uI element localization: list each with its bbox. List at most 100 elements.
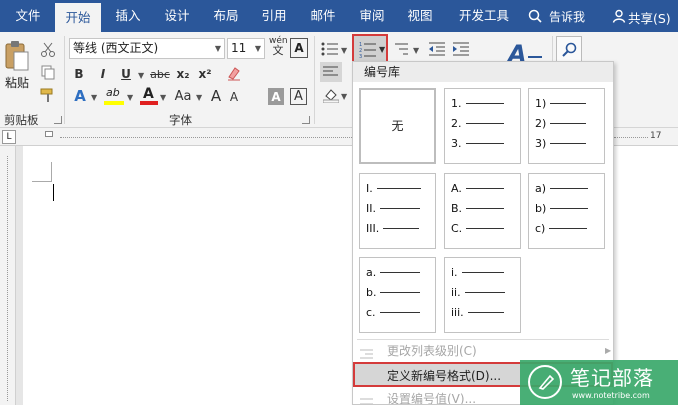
superscript-button[interactable]: x²	[196, 64, 214, 84]
tab-references[interactable]: 引用	[254, 0, 294, 32]
tile-line: B.	[451, 202, 505, 215]
tile-line: c)	[535, 222, 588, 235]
text-effects-dropdown-icon[interactable]: ▼	[91, 93, 97, 102]
submenu-arrow-icon: ▶	[605, 346, 612, 355]
tile-line: 2)	[535, 117, 587, 130]
tell-me-box[interactable]: 告诉我	[549, 8, 585, 25]
numbering-button[interactable]: 123 ▼	[352, 34, 388, 64]
share-button[interactable]: 共享(S)	[628, 8, 671, 27]
numbering-tile-decimal-paren[interactable]: 1) 2) 3)	[528, 88, 605, 164]
tile-line: iii.	[451, 306, 504, 319]
tile-line: b.	[366, 286, 421, 299]
tab-mailings[interactable]: 邮件	[303, 0, 343, 32]
font-name-value: 等线 (西文正文)	[73, 41, 159, 55]
tile-line: i.	[451, 266, 504, 279]
font-name-select[interactable]: 等线 (西文正文) ▼	[69, 38, 225, 59]
vertical-ruler[interactable]	[0, 146, 16, 405]
numbering-tile-lower-alpha-paren[interactable]: a) b) c)	[528, 173, 605, 249]
numbering-tile-upper-alpha[interactable]: A. B. C.	[444, 173, 521, 249]
tab-insert[interactable]: 插入	[108, 0, 148, 32]
tile-line: b)	[535, 202, 589, 215]
tile-line: a.	[366, 266, 421, 279]
numbering-tile-lower-roman[interactable]: i. ii. iii.	[444, 257, 521, 333]
font-color-dropdown-icon[interactable]: ▼	[160, 93, 166, 102]
tab-design[interactable]: 设计	[157, 0, 197, 32]
font-dialog-launcher-icon[interactable]	[302, 116, 310, 124]
shading-dropdown-icon[interactable]: ▼	[341, 92, 347, 101]
numbering-tile-decimal-dot[interactable]: 1. 2. 3.	[444, 88, 521, 164]
multilevel-list-icon[interactable]	[394, 41, 412, 57]
tile-line: 3)	[535, 137, 587, 150]
bold-button[interactable]: B	[70, 64, 88, 84]
font-color-button[interactable]: A	[140, 86, 158, 106]
numbering-library-header: 编号库	[353, 62, 613, 82]
text-cursor	[53, 184, 54, 201]
shading-icon[interactable]	[322, 87, 340, 104]
shrink-font-button[interactable]: A	[226, 88, 242, 106]
tile-line: III.	[366, 222, 420, 235]
character-border-icon[interactable]: A	[290, 38, 308, 58]
grow-font-button[interactable]: A	[208, 86, 224, 106]
ruler-ticks	[60, 137, 354, 138]
font-size-select[interactable]: 11 ▼	[227, 38, 265, 59]
character-shading-button[interactable]: A	[268, 88, 284, 105]
enclose-characters-button[interactable]: A	[290, 88, 307, 105]
strikethrough-button[interactable]: abc	[148, 64, 172, 84]
change-list-level-label: 更改列表级别(C)	[387, 344, 477, 358]
styles-underline	[528, 48, 542, 58]
change-case-button[interactable]: Aa	[172, 86, 194, 106]
cut-icon[interactable]	[40, 42, 56, 58]
set-value-label: 设置编号值(V)...	[387, 392, 477, 405]
highlight-dropdown-icon[interactable]: ▼	[127, 93, 133, 102]
tab-layout[interactable]: 布局	[206, 0, 246, 32]
svg-text:3: 3	[359, 54, 362, 59]
highlight-label: ab	[106, 86, 120, 99]
phonetic-guide-icon[interactable]: wén 文	[269, 36, 288, 57]
numbering-tile-lower-alpha-dot[interactable]: a. b. c.	[359, 257, 436, 333]
search-icon[interactable]	[528, 9, 542, 23]
bullets-dropdown-icon[interactable]: ▼	[341, 46, 347, 55]
numbering-tile-upper-roman[interactable]: I. II. III.	[359, 173, 436, 249]
font-size-value: 11	[231, 41, 247, 55]
change-case-dropdown-icon[interactable]: ▼	[196, 93, 202, 102]
tab-developer[interactable]: 开发工具	[451, 0, 517, 32]
clear-formatting-icon[interactable]	[226, 65, 242, 81]
tile-line: a)	[535, 182, 589, 195]
decrease-indent-icon[interactable]	[428, 41, 446, 57]
italic-button[interactable]: I	[94, 64, 112, 84]
change-level-icon	[360, 345, 374, 359]
change-list-level-item[interactable]: 更改列表级别(C) ▶	[353, 340, 613, 362]
tab-review[interactable]: 审阅	[352, 0, 392, 32]
text-effects-button[interactable]: A	[72, 86, 88, 106]
ruler-number: 17	[650, 131, 662, 141]
tab-selector-icon[interactable]: L	[2, 130, 16, 144]
numbering-dropdown: 编号库 无 1. 2. 3. 1) 2) 3) I. II. III. A. B…	[352, 61, 614, 405]
tile-line: 2.	[451, 117, 504, 130]
dialog-launcher-icon[interactable]	[54, 116, 62, 124]
underline-button[interactable]: U	[117, 64, 135, 84]
paste-button[interactable]: 粘贴	[5, 74, 29, 91]
tab-home[interactable]: 开始	[55, 3, 101, 32]
numbering-none-tile[interactable]: 无	[359, 88, 436, 164]
highlight-button[interactable]: ab	[104, 86, 124, 106]
clipboard-group-label: 剪贴板	[4, 113, 39, 127]
align-left-button[interactable]	[320, 62, 342, 82]
increase-indent-icon[interactable]	[452, 41, 470, 57]
tab-view[interactable]: 视图	[400, 0, 440, 32]
copy-icon[interactable]	[40, 64, 56, 80]
tile-line: c.	[366, 306, 420, 319]
tab-file[interactable]: 文件	[8, 0, 48, 32]
font-color-label: A	[143, 86, 154, 102]
define-new-label: 定义新编号格式(D)...	[387, 369, 502, 383]
find-button[interactable]	[556, 36, 582, 62]
tile-line: 1)	[535, 97, 587, 110]
multilevel-dropdown-icon[interactable]: ▼	[413, 46, 419, 55]
paste-icon[interactable]	[4, 40, 30, 74]
ribbon-tab-bar: 文件 开始 插入 设计 布局 引用 邮件 审阅 视图 开发工具 告诉我 共享(S…	[0, 0, 678, 32]
set-value-icon	[360, 393, 374, 404]
first-line-indent-marker[interactable]	[45, 131, 53, 137]
format-painter-icon[interactable]	[40, 87, 56, 103]
underline-dropdown-icon[interactable]: ▼	[138, 71, 144, 80]
subscript-button[interactable]: x₂	[174, 64, 192, 84]
bullets-icon[interactable]	[321, 41, 339, 57]
